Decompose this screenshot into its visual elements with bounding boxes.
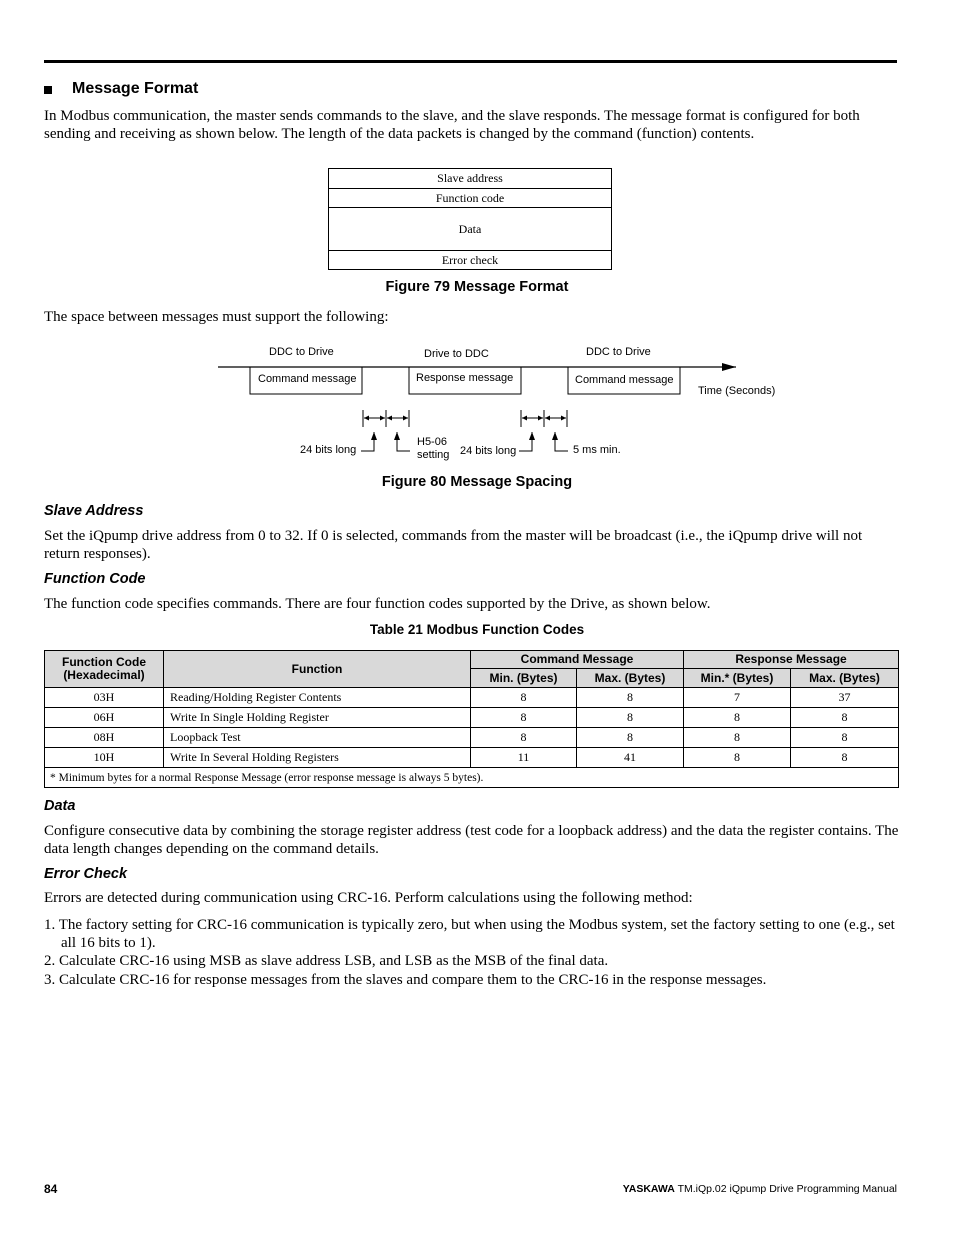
cell-code: 10H <box>44 747 164 768</box>
cell-function: Write In Single Holding Register <box>163 707 471 728</box>
error-check-heading: Error Check <box>44 866 128 882</box>
header-command-max: Max. (Bytes) <box>575 668 685 688</box>
label-ddc-to-drive-1: DDC to Drive <box>269 346 334 358</box>
field-data: Data <box>329 208 611 251</box>
cell-resp-max: 37 <box>790 687 900 708</box>
cell-cmd-max: 41 <box>575 747 685 768</box>
cell-cmd-min: 8 <box>470 707 577 728</box>
message-spacing-diagram: DDC to Drive Drive to DDC DDC to Drive C… <box>218 346 775 461</box>
slave-address-text: Set the iQpump drive address from 0 to 3… <box>44 528 863 562</box>
data-heading: Data <box>44 798 76 814</box>
figure80-caption: Figure 80 Message Spacing <box>381 474 573 490</box>
intro-paragraph: In Modbus communication, the master send… <box>44 108 860 142</box>
cell-code: 03H <box>44 687 164 708</box>
header-function: Function <box>163 650 471 688</box>
page-number: 84 <box>44 1182 58 1196</box>
gap2-dimension <box>519 410 568 452</box>
label-drive-to-ddc: Drive to DDC <box>424 348 489 360</box>
field-function-code: Function code <box>329 189 611 208</box>
command-message-label-2: Command message <box>575 374 673 386</box>
cell-cmd-max: 8 <box>575 687 685 708</box>
cell-cmd-max: 8 <box>575 727 685 748</box>
figure79-caption: Figure 79 Message Format <box>385 279 569 295</box>
label-ddc-to-drive-2: DDC to Drive <box>586 346 651 358</box>
cell-function: Reading/Holding Register Contents <box>163 687 471 708</box>
response-message-label: Response message <box>416 372 513 384</box>
crc-steps-list: 1. The factory setting for CRC-16 commun… <box>44 917 904 990</box>
cell-code: 08H <box>44 727 164 748</box>
table-footnote-row: * Minimum bytes for a normal Response Me… <box>43 767 900 788</box>
error-check-text: Errors are detected during communication… <box>44 890 693 906</box>
cell-resp-min: 8 <box>683 747 792 768</box>
list-item: 3. Calculate CRC-16 for response message… <box>44 971 767 988</box>
command-message-box-1: Command message <box>249 367 363 395</box>
section-title: Message Format <box>72 80 199 97</box>
cell-resp-min: 8 <box>683 727 792 748</box>
message-format-diagram: Slave address Function code Data Error c… <box>328 168 612 270</box>
cell-cmd-min: 8 <box>470 727 577 748</box>
gap1-right-label-line2: setting <box>417 449 449 461</box>
modbus-function-codes-table: Function Code (Hexadecimal) Function Com… <box>43 650 900 788</box>
header-command-min: Min. (Bytes) <box>470 668 577 688</box>
square-bullet-icon <box>44 85 52 94</box>
function-code-text: The function code specifies commands. Th… <box>44 596 711 612</box>
table-row: 03H Reading/Holding Register Contents 8 … <box>44 687 900 708</box>
gap1-dimension <box>361 410 410 452</box>
function-code-heading: Function Code <box>44 571 146 587</box>
cell-resp-min: 8 <box>683 707 792 728</box>
list-item: 1. The factory setting for CRC-16 commun… <box>44 917 895 951</box>
time-axis-label: Time (Seconds) <box>698 385 775 397</box>
field-slave-address: Slave address <box>329 169 611 189</box>
header-function-code: Function Code (Hexadecimal) <box>44 650 164 688</box>
header-response-max: Max. (Bytes) <box>790 668 900 688</box>
data-text: Configure consecutive data by combining … <box>44 823 899 857</box>
header-response-message: Response Message <box>683 650 900 669</box>
footer-manual-title: TM.iQp.02 iQpump Drive Programming Manua… <box>677 1183 897 1195</box>
footer-brand: YASKAWA <box>622 1183 675 1195</box>
cell-cmd-min: 8 <box>470 687 577 708</box>
table21-caption: Table 21 Modbus Function Codes <box>369 622 585 637</box>
table-row: 06H Write In Single Holding Register 8 8… <box>44 707 900 728</box>
header-command-message: Command Message <box>469 650 685 669</box>
cell-cmd-min: 11 <box>470 747 577 768</box>
field-error-check: Error check <box>441 252 499 267</box>
cell-function: Write In Several Holding Registers <box>163 747 471 768</box>
cell-resp-max: 8 <box>790 727 900 748</box>
gap1-right-label-line1: H5-06 <box>417 436 447 448</box>
cell-resp-min: 7 <box>683 687 792 708</box>
section-heading: Message Format <box>44 80 198 98</box>
spacing-intro: The space between messages must support … <box>44 309 389 325</box>
cell-resp-max: 8 <box>790 747 900 768</box>
gap2-left-label: 24 bits long <box>460 445 516 457</box>
table-footnote: * Minimum bytes for a normal Response Me… <box>43 767 900 788</box>
footer-title: YASKAWA TM.iQp.02 iQpump Drive Programmi… <box>623 1183 897 1195</box>
header-response-min: Min.* (Bytes) <box>683 668 792 688</box>
gap2-right-label: 5 ms min. <box>573 444 621 456</box>
command-message-box-2: Command message <box>567 367 681 395</box>
top-rule <box>44 60 897 63</box>
cell-code: 06H <box>44 707 164 728</box>
gap1-left-label: 24 bits long <box>300 444 356 456</box>
table-row: 10H Write In Several Holding Registers 1… <box>44 747 900 768</box>
cell-cmd-max: 8 <box>575 707 685 728</box>
slave-address-heading: Slave Address <box>44 503 144 519</box>
response-message-box: Response message <box>408 367 522 395</box>
list-item: 2. Calculate CRC-16 using MSB as slave a… <box>44 953 609 969</box>
command-message-label-1: Command message <box>258 373 356 385</box>
table-row: 08H Loopback Test 8 8 8 8 <box>44 727 900 748</box>
cell-function: Loopback Test <box>163 727 471 748</box>
cell-resp-max: 8 <box>790 707 900 728</box>
